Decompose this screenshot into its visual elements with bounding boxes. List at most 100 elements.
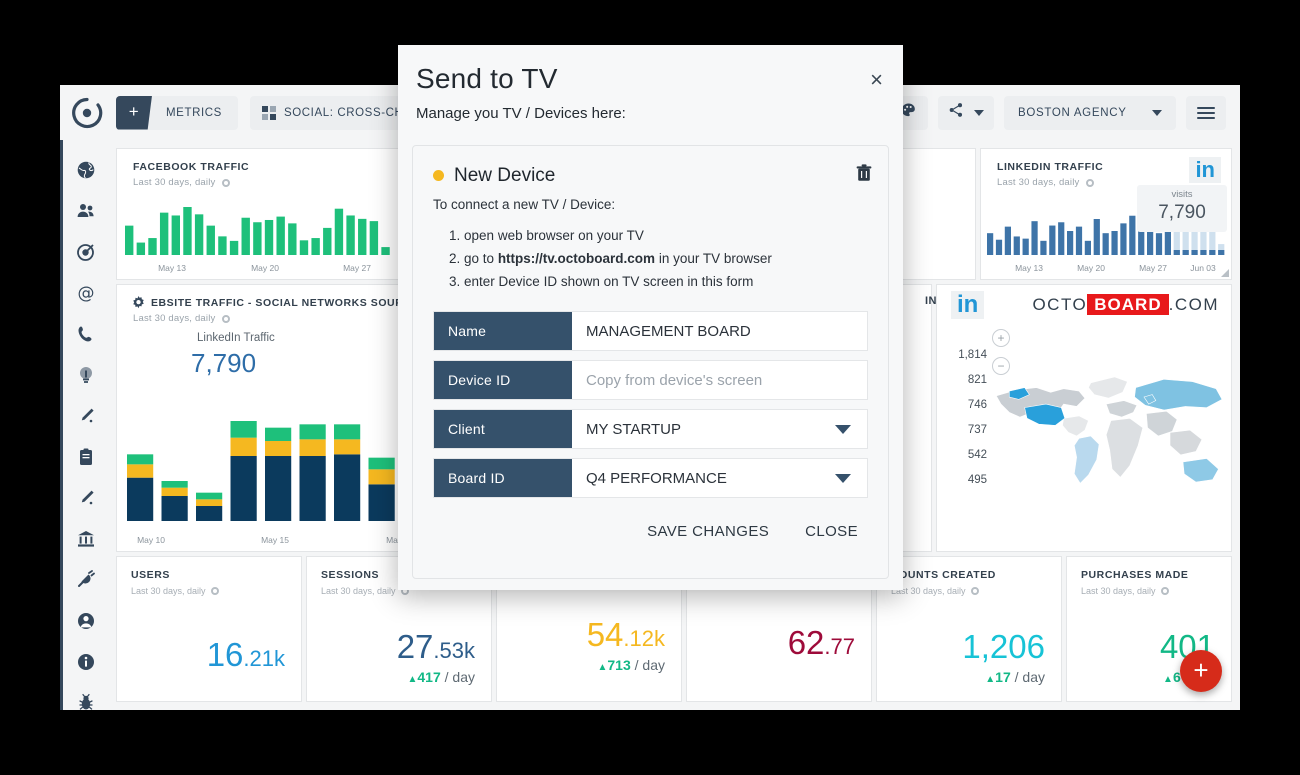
- share-icon: [948, 102, 964, 123]
- save-changes-button[interactable]: SAVE CHANGES: [647, 523, 769, 540]
- device-card-lead: To connect a new TV / Device:: [433, 197, 616, 212]
- field-label: Board ID: [434, 459, 572, 497]
- svg-text:May 10: May 10: [137, 535, 165, 545]
- kpi-card-accounts-created[interactable]: COUNTS CREATED Last 30 days, daily 1,206…: [876, 556, 1062, 702]
- tooltip-label: visits: [1171, 189, 1193, 200]
- brand-octo: OCTO: [1032, 295, 1088, 314]
- widget-title: FACEBOOK TRAFFIC: [133, 161, 250, 173]
- sidebar-item-edit[interactable]: [76, 488, 96, 508]
- facebook-bar-chart: May 13 May 20 May 27: [125, 207, 390, 273]
- kpi-subtitle: Last 30 days, daily: [117, 581, 301, 596]
- account-select[interactable]: BOSTON AGENCY: [1004, 95, 1176, 130]
- kpi-title: COUNTS CREATED: [891, 569, 996, 581]
- svg-text:May 20: May 20: [251, 263, 279, 273]
- chevron-down-icon: [835, 473, 851, 483]
- svg-text:May 27: May 27: [343, 263, 371, 273]
- kpi-value: 1,206: [877, 618, 1061, 663]
- client-select[interactable]: MY STARTUP: [572, 410, 867, 448]
- sidebar-item-account[interactable]: [76, 611, 96, 631]
- kpi-delta: ▲17 / day: [985, 669, 1045, 685]
- refresh-dot-icon: [1160, 587, 1169, 595]
- sidebar-item-users[interactable]: [76, 201, 96, 221]
- share-button[interactable]: [938, 95, 994, 130]
- brand-board: BOARD: [1087, 294, 1169, 315]
- field-client[interactable]: Client MY STARTUP: [433, 409, 868, 449]
- trash-icon[interactable]: [856, 164, 872, 187]
- svg-text:May 15: May 15: [261, 535, 289, 545]
- kpi-int: 62: [787, 624, 825, 661]
- gear-icon[interactable]: [131, 296, 146, 311]
- kpi-title: USERS: [131, 569, 170, 581]
- sidebar-item-lightbulb[interactable]: [76, 365, 96, 385]
- tab-social-cross-channel[interactable]: SOCIAL: CROSS-CHANN: [249, 95, 420, 130]
- svg-text:May 13: May 13: [1015, 263, 1043, 273]
- sidebar-item-email[interactable]: @: [76, 283, 96, 304]
- octoboard-logo-icon[interactable]: [70, 96, 104, 130]
- device-id-input[interactable]: Copy from device's screen: [572, 361, 867, 399]
- account-label: BOSTON AGENCY: [1018, 106, 1127, 119]
- add-metrics-plus: +: [116, 95, 152, 130]
- field-device-id[interactable]: Device ID Copy from device's screen: [433, 360, 868, 400]
- sidebar-item-bug[interactable]: [76, 693, 96, 710]
- linkedin-logo-icon: in: [1189, 157, 1221, 183]
- svg-text:May 27: May 27: [1139, 263, 1167, 273]
- map-partial-label: IN: [925, 295, 937, 307]
- send-to-tv-dialog: Send to TV × Manage you TV / Devices her…: [398, 45, 903, 590]
- menu-button[interactable]: [1186, 95, 1226, 130]
- kpi-subtitle: Last 30 days, daily: [1067, 581, 1231, 596]
- name-input[interactable]: MANAGEMENT BOARD: [572, 312, 867, 350]
- close-icon[interactable]: ×: [870, 69, 883, 91]
- chevron-down-icon: [1152, 109, 1162, 116]
- refresh-dot-icon: [221, 314, 230, 323]
- kpi-dec: .12k: [623, 626, 665, 651]
- kpi-delta: ▲417 / day: [407, 669, 475, 685]
- step-item: 2. go to https://tv.octoboard.com in you…: [449, 251, 772, 266]
- linkedin-logo-icon: in: [951, 291, 985, 319]
- kpi-value: 16.21k: [117, 626, 301, 671]
- refresh-dot-icon: [210, 587, 219, 595]
- add-metrics-button[interactable]: + METRICS: [116, 95, 238, 130]
- kpi-value: 54.12k: [497, 606, 681, 651]
- close-button[interactable]: CLOSE: [805, 523, 858, 540]
- svg-text:May 20: May 20: [1077, 263, 1105, 273]
- step-item: 3. enter Device ID shown on TV screen in…: [449, 274, 754, 289]
- device-card-header: New Device: [413, 146, 888, 187]
- sidebar-item-bank[interactable]: [76, 529, 96, 549]
- kpi-dec: .21k: [243, 646, 285, 671]
- kpi-title: PURCHASES MADE: [1081, 569, 1189, 581]
- board-id-select[interactable]: Q4 PERFORMANCE: [572, 459, 867, 497]
- sidebar-item-info[interactable]: [76, 652, 96, 672]
- tooltip-value: 7,790: [1158, 202, 1206, 223]
- field-label: Device ID: [434, 361, 572, 399]
- widget-world-map[interactable]: IN in OCTO BOARD .COM + − 1,814 821 746 73…: [925, 284, 1232, 552]
- sidebar-item-clipboard[interactable]: [76, 447, 96, 467]
- sidebar-item-pencil[interactable]: [76, 406, 96, 426]
- resize-handle[interactable]: [1221, 269, 1229, 277]
- widget-facebook-traffic[interactable]: FACEBOOK TRAFFIC Last 30 days, daily May…: [116, 148, 400, 280]
- add-widget-fab[interactable]: +: [1180, 650, 1222, 692]
- brand-com: .COM: [1168, 295, 1219, 314]
- left-rail: @: [60, 140, 108, 710]
- octoboard-tv-url: https://tv.octoboard.com: [497, 251, 656, 266]
- kpi-value: 27.53k: [307, 618, 491, 663]
- dialog-actions: SAVE CHANGES CLOSE: [413, 507, 888, 540]
- sidebar-item-plug[interactable]: [76, 570, 96, 590]
- svg-text:@: @: [77, 284, 94, 304]
- field-label: Name: [434, 312, 572, 350]
- kpi-int: 27: [396, 628, 434, 665]
- world-map-graphic: [995, 376, 1223, 484]
- widget-linkedin-traffic[interactable]: LINKEDIN TRAFFIC Last 30 days, daily May…: [980, 148, 1232, 280]
- sidebar-item-globe[interactable]: [76, 160, 96, 180]
- dialog-title: Send to TV: [416, 63, 558, 94]
- device-card: New Device To connect a new TV / Device:…: [412, 145, 889, 579]
- kpi-card-users[interactable]: USERS Last 30 days, daily 16.21k: [116, 556, 302, 702]
- sidebar-item-target[interactable]: [76, 242, 96, 262]
- sidebar-item-phone[interactable]: [76, 324, 96, 344]
- chevron-down-icon: [835, 424, 851, 434]
- refresh-dot-icon: [1085, 178, 1094, 187]
- field-name[interactable]: Name MANAGEMENT BOARD: [433, 311, 868, 351]
- dialog-subtitle: Manage you TV / Devices here:: [416, 105, 626, 122]
- kpi-delta: ▲713 / day: [597, 657, 665, 673]
- field-board-id[interactable]: Board ID Q4 PERFORMANCE: [433, 458, 868, 498]
- kpi-int: 1,206: [962, 628, 1045, 665]
